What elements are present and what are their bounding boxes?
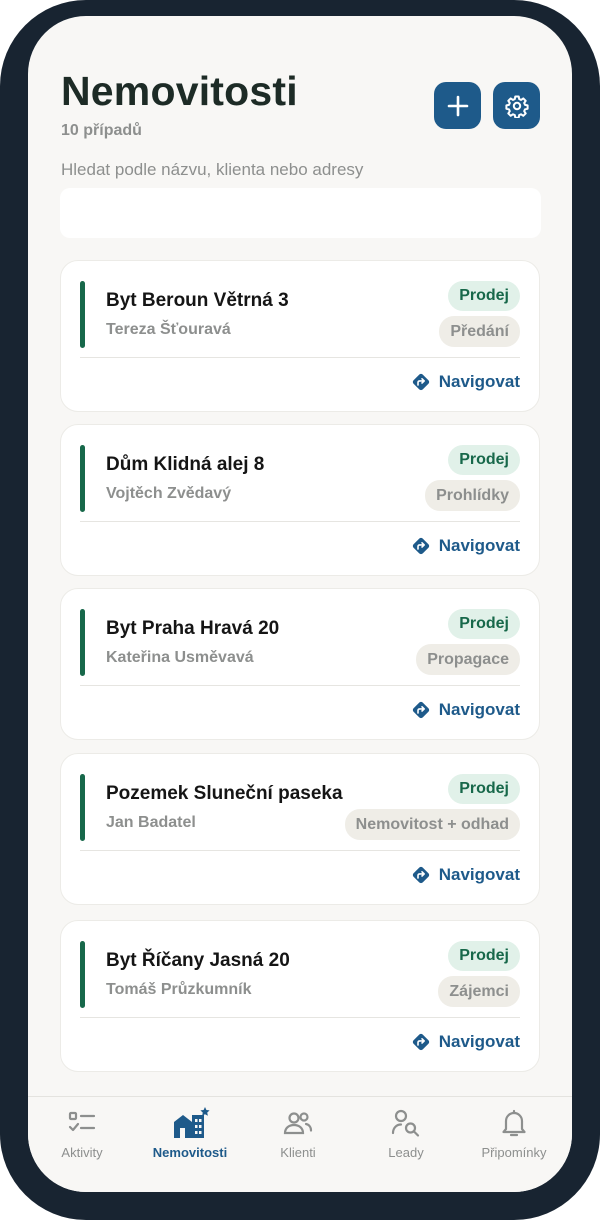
property-card[interactable]: Dům Klidná alej 8 Vojtěch Zvědavý Prodej… <box>60 424 540 576</box>
gear-icon <box>504 95 529 118</box>
type-badge: Prodej <box>448 941 520 971</box>
navigate-button[interactable]: Navigovat <box>411 1030 520 1054</box>
tab-klienti[interactable]: Klienti <box>244 1097 352 1177</box>
directions-icon <box>412 537 429 555</box>
tab-leady[interactable]: Leady <box>352 1097 460 1177</box>
card-divider <box>80 685 520 686</box>
status-accent-bar <box>80 774 85 841</box>
navigate-label: Navigovat <box>438 536 520 555</box>
stage-badge: Předání <box>439 316 520 347</box>
property-title: Byt Říčany Jasná 20 <box>106 950 290 971</box>
stage-badge: Zájemci <box>438 976 520 1007</box>
property-card[interactable]: Byt Beroun Větrná 3 Tereza Šťouravá Prod… <box>60 260 540 412</box>
navigate-label: Navigovat <box>438 700 520 719</box>
buildings-icon <box>174 1107 210 1138</box>
navigate-button[interactable]: Navigovat <box>411 863 520 887</box>
property-client: Jan Badatel <box>106 814 196 831</box>
card-divider <box>80 357 520 358</box>
property-card[interactable]: Pozemek Sluneční paseka Jan Badatel Prod… <box>60 753 540 905</box>
property-title: Dům Klidná alej 8 <box>106 454 265 475</box>
property-title: Byt Beroun Větrná 3 <box>106 290 289 311</box>
directions-icon <box>412 866 429 884</box>
tab-label: Připomínky <box>481 1145 547 1160</box>
user-search-icon <box>391 1109 420 1137</box>
navigate-button[interactable]: Navigovat <box>411 698 520 722</box>
tab-label: Leady <box>388 1145 424 1160</box>
status-accent-bar <box>80 609 85 676</box>
directions-icon <box>412 373 429 391</box>
type-badge: Prodej <box>448 774 520 804</box>
tab-label: Nemovitosti <box>152 1145 228 1160</box>
tab-label: Klienti <box>280 1145 316 1160</box>
navigate-label: Navigovat <box>438 372 520 391</box>
directions-icon <box>412 1033 429 1051</box>
type-badge: Prodej <box>448 445 520 475</box>
property-client: Tereza Šťouravá <box>106 321 231 338</box>
status-accent-bar <box>80 445 85 512</box>
stage-badge: Propagace <box>416 644 520 675</box>
add-property-button[interactable] <box>434 82 481 129</box>
navigate-label: Navigovat <box>438 865 520 884</box>
directions-icon <box>412 701 429 719</box>
settings-button[interactable] <box>493 82 540 129</box>
status-accent-bar <box>80 941 85 1008</box>
property-card[interactable]: Byt Říčany Jasná 20 Tomáš Průzkumník Pro… <box>60 920 540 1072</box>
type-badge: Prodej <box>448 609 520 639</box>
users-icon <box>283 1112 313 1135</box>
tab-label: Aktivity <box>61 1145 103 1160</box>
search-input[interactable] <box>60 188 541 238</box>
property-client: Tomáš Průzkumník <box>106 981 252 998</box>
property-title: Pozemek Sluneční paseka <box>106 783 343 804</box>
tab-nemovitosti[interactable]: Nemovitosti <box>136 1097 244 1177</box>
property-client: Kateřina Usměvavá <box>106 649 254 666</box>
plus-icon <box>447 95 468 116</box>
search-label: Hledat podle názvu, klienta nebo adresy <box>61 160 364 179</box>
property-card[interactable]: Byt Praha Hravá 20 Kateřina Usměvavá Pro… <box>60 588 540 740</box>
navigate-label: Navigovat <box>438 1032 520 1051</box>
type-badge: Prodej <box>448 281 520 311</box>
navigate-button[interactable]: Navigovat <box>411 534 520 558</box>
stage-badge: Prohlídky <box>425 480 520 511</box>
case-count: 10 případů <box>61 122 142 139</box>
bell-icon <box>502 1109 526 1137</box>
navigate-button[interactable]: Navigovat <box>411 370 520 394</box>
app-screen: Nemovitosti 10 případů Hledat podle názv… <box>28 16 572 1192</box>
status-accent-bar <box>80 281 85 348</box>
card-divider <box>80 1017 520 1018</box>
bottom-tab-bar: Aktivity Nemovitosti Klienti Leady Připo… <box>28 1096 572 1192</box>
tab-pripominky[interactable]: Připomínky <box>460 1097 568 1177</box>
device-frame: Nemovitosti 10 případů Hledat podle názv… <box>0 0 600 1220</box>
checklist-icon <box>68 1111 96 1132</box>
property-client: Vojtěch Zvědavý <box>106 485 232 502</box>
card-divider <box>80 521 520 522</box>
property-title: Byt Praha Hravá 20 <box>106 618 280 639</box>
page-title: Nemovitosti <box>61 68 298 114</box>
tab-aktivity[interactable]: Aktivity <box>28 1097 136 1177</box>
card-divider <box>80 850 520 851</box>
stage-badge: Nemovitost + odhad <box>344 809 520 840</box>
